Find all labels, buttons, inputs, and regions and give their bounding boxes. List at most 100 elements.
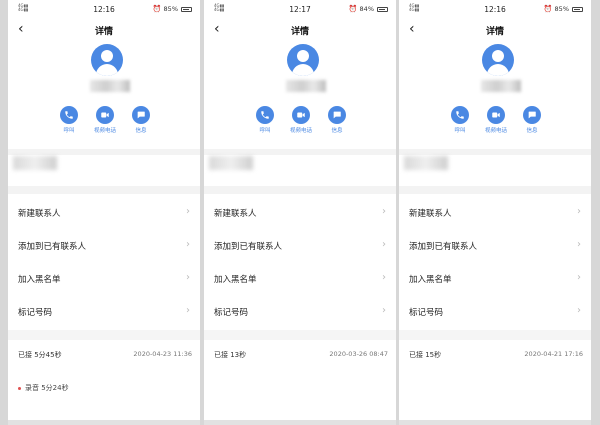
chevron-right-icon: › — [186, 305, 190, 316]
call-button[interactable]: 呼叫 — [248, 106, 282, 134]
video-call-button[interactable]: 视频电话 — [88, 106, 122, 134]
menu-item-label: 标记号码 — [214, 308, 249, 318]
system-icons: ⏰ 85% — [153, 5, 192, 13]
video-camera-icon — [297, 112, 305, 118]
menu-item-tag-number[interactable]: 标记号码 › — [204, 296, 396, 329]
menu-item-add-to-existing[interactable]: 添加到已有联系人 › — [204, 230, 396, 263]
bottom-strip — [399, 420, 591, 425]
page-title: 详情 — [485, 27, 504, 37]
call-datetime: 2020-03-26 08:47 — [329, 350, 388, 358]
call-duration: 已接 13秒 — [214, 351, 247, 359]
menu-item-tag-number[interactable]: 标记号码 › — [399, 296, 591, 329]
video-call-label: 视频电话 — [289, 128, 312, 134]
call-datetime: 2020-04-21 17:16 — [524, 350, 583, 358]
call-label: 呼叫 — [454, 128, 466, 134]
divider — [8, 186, 200, 194]
contact-name-redacted — [481, 80, 521, 92]
action-row: 呼叫 视频电话 信息 — [248, 106, 354, 134]
video-call-label: 视频电话 — [484, 128, 507, 134]
chevron-right-icon: › — [577, 239, 581, 250]
video-call-button[interactable]: 视频电话 — [284, 106, 318, 134]
chevron-right-icon: › — [577, 305, 581, 316]
menu-item-label: 标记号码 — [18, 308, 53, 318]
record-dot-icon — [18, 386, 21, 390]
message-button[interactable]: 信息 — [515, 106, 549, 134]
page-title: 详情 — [94, 27, 113, 37]
screenshot-collage: 4G▮▮ 4G▮▮ 12:16 ⏰ 85% ‹ 详情 呼叫 视频电话 信息 新建… — [0, 0, 600, 425]
menu-item-tag-number[interactable]: 标记号码 › — [8, 296, 200, 329]
default-avatar-icon — [287, 44, 319, 76]
call-log-entry: 已接 5分45秒 2020-04-23 11:36 — [18, 350, 192, 362]
menu-item-add-to-existing[interactable]: 添加到已有联系人 › — [399, 230, 591, 263]
chevron-right-icon: › — [382, 305, 386, 316]
chat-bubble-icon — [137, 111, 145, 119]
video-camera-icon — [492, 112, 500, 118]
message-label: 信息 — [331, 128, 343, 134]
message-button[interactable]: 信息 — [124, 106, 158, 134]
divider — [204, 149, 396, 155]
menu-item-label: 新建联系人 — [18, 209, 61, 219]
recording-entry[interactable]: 录音 5分24秒 — [18, 383, 69, 393]
status-bar: 4G▮▮ 4G▮▮ 12:16 ⏰ 85% — [8, 0, 200, 18]
divider — [204, 186, 396, 194]
nav-bar: ‹ 详情 — [8, 18, 200, 42]
divider — [399, 330, 591, 340]
phone-number-redacted — [13, 156, 57, 170]
menu-item-new-contact[interactable]: 新建联系人 › — [204, 197, 396, 230]
menu-item-block[interactable]: 加入黑名单 › — [399, 263, 591, 296]
menu-item-new-contact[interactable]: 新建联系人 › — [8, 197, 200, 230]
chevron-right-icon: › — [186, 206, 190, 217]
chevron-right-icon: › — [577, 206, 581, 217]
system-icons: ⏰ 85% — [544, 5, 583, 13]
recording-label: 录音 5分24秒 — [25, 384, 69, 392]
message-button[interactable]: 信息 — [320, 106, 354, 134]
menu-item-new-contact[interactable]: 新建联系人 › — [399, 197, 591, 230]
default-avatar-icon — [482, 44, 514, 76]
call-duration: 已接 15秒 — [409, 351, 442, 359]
divider — [399, 186, 591, 194]
chevron-right-icon: › — [577, 272, 581, 283]
menu-item-label: 加入黑名单 — [409, 275, 452, 285]
menu-item-block[interactable]: 加入黑名单 › — [8, 263, 200, 296]
phone-screen-3: 4G▮▮ 4G▮▮ 12:16 ⏰ 85% ‹ 详情 呼叫 视频电话 信息 新建… — [399, 0, 591, 425]
phone-screen-2: 4G▮▮ 4G▮▮ 12:17 ⏰ 84% ‹ 详情 呼叫 视频电话 信息 新建… — [204, 0, 396, 425]
menu-item-label: 新建联系人 — [214, 209, 257, 219]
phone-icon — [456, 111, 464, 119]
divider — [8, 149, 200, 155]
menu-item-label: 添加到已有联系人 — [409, 242, 478, 252]
options-menu: 新建联系人 › 添加到已有联系人 › 加入黑名单 › 标记号码 › — [399, 197, 591, 329]
video-call-label: 视频电话 — [93, 128, 116, 134]
options-menu: 新建联系人 › 添加到已有联系人 › 加入黑名单 › 标记号码 › — [8, 197, 200, 329]
chevron-right-icon: › — [382, 272, 386, 283]
status-bar: 4G▮▮ 4G▮▮ 12:16 ⏰ 85% — [399, 0, 591, 18]
battery-icon — [377, 6, 388, 12]
contact-name-redacted — [286, 80, 326, 92]
menu-item-label: 添加到已有联系人 — [18, 242, 87, 252]
phone-number-redacted — [404, 156, 448, 170]
message-label: 信息 — [526, 128, 538, 134]
default-avatar-icon — [91, 44, 123, 76]
call-button[interactable]: 呼叫 — [443, 106, 477, 134]
call-datetime: 2020-04-23 11:36 — [133, 350, 192, 358]
chevron-right-icon: › — [186, 239, 190, 250]
battery-percent: 85% — [163, 5, 178, 13]
menu-item-label: 添加到已有联系人 — [214, 242, 283, 252]
chat-bubble-icon — [333, 111, 341, 119]
message-label: 信息 — [135, 128, 147, 134]
phone-number-redacted — [209, 156, 253, 170]
phone-icon — [65, 111, 73, 119]
divider — [8, 330, 200, 340]
menu-item-add-to-existing[interactable]: 添加到已有联系人 › — [8, 230, 200, 263]
alarm-icon: ⏰ — [152, 5, 162, 13]
system-icons: ⏰ 84% — [349, 5, 388, 13]
phone-icon — [261, 111, 269, 119]
chevron-right-icon: › — [382, 206, 386, 217]
chat-bubble-icon — [528, 111, 536, 119]
menu-item-label: 标记号码 — [409, 308, 444, 318]
page-title: 详情 — [290, 27, 309, 37]
call-button[interactable]: 呼叫 — [52, 106, 86, 134]
chevron-right-icon: › — [382, 239, 386, 250]
menu-item-block[interactable]: 加入黑名单 › — [204, 263, 396, 296]
action-row: 呼叫 视频电话 信息 — [443, 106, 549, 134]
video-call-button[interactable]: 视频电话 — [479, 106, 513, 134]
